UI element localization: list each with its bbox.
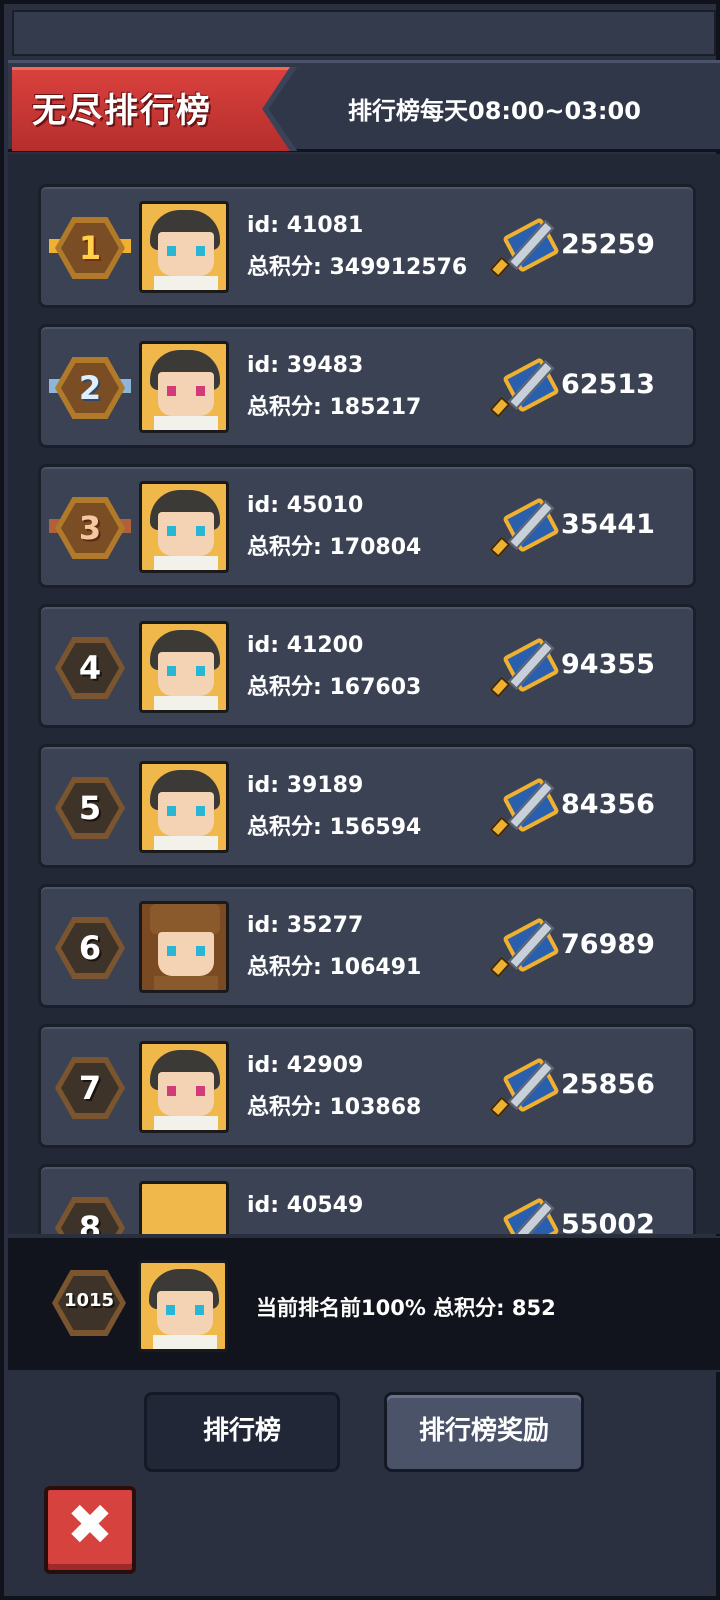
rank-medal-gold: 1 — [49, 217, 131, 279]
rank-number: 7 — [78, 1069, 102, 1107]
avatar-face — [158, 932, 214, 976]
avatar-body — [154, 696, 218, 710]
avatar-face — [158, 1072, 214, 1116]
avatar-body — [154, 556, 218, 570]
my-rank-badge: 1015 — [52, 1270, 126, 1336]
rank-badge: 7 — [55, 1057, 125, 1119]
top-strip — [12, 10, 716, 56]
player-id: id: 41081 — [247, 213, 364, 238]
rank-badge: 6 — [55, 917, 125, 979]
avatar-face — [158, 372, 214, 416]
leaderboard-header: 无尽排行榜 排行榜每天08:00~03:00 — [8, 60, 720, 152]
avatar-face — [158, 792, 214, 836]
tab-leaderboard-rewards[interactable]: 排行榜奖励 — [384, 1392, 584, 1472]
ranking-row-2[interactable]: 2 id: 39483 总积分: 185217 62513 — [38, 324, 696, 448]
avatar-face — [157, 1291, 213, 1335]
ranking-row-8[interactable]: 8 id: 40549 55002 — [38, 1164, 696, 1234]
player-id: id: 35277 — [247, 913, 364, 938]
combat-power: 25259 — [561, 229, 655, 260]
combat-power: 76989 — [561, 929, 655, 960]
avatar-face — [158, 652, 214, 696]
player-score: 总积分: 170804 — [247, 535, 422, 560]
my-ranking-bar: 1015 当前排名前100% 总积分: 852 — [8, 1236, 720, 1372]
player-id: id: 40549 — [247, 1193, 364, 1218]
player-id: id: 42909 — [247, 1053, 364, 1078]
sword-shield-icon — [487, 917, 560, 983]
player-score: 总积分: 103868 — [247, 1095, 422, 1120]
ranking-row-3[interactable]: 3 id: 45010 总积分: 170804 35441 — [38, 464, 696, 588]
ranking-row-4[interactable]: 4 id: 41200 总积分: 167603 94355 — [38, 604, 696, 728]
ranking-row-1[interactable]: 1 id: 41081 总积分: 349912576 25259 — [38, 184, 696, 308]
rank-number: 5 — [78, 789, 102, 827]
player-id: id: 39189 — [247, 773, 364, 798]
avatar-body — [154, 836, 218, 850]
leaderboard-panel: 无尽排行榜 排行榜每天08:00~03:00 1 id: 41081 总积分: … — [0, 0, 720, 1600]
tab-leaderboard[interactable]: 排行榜 — [144, 1392, 340, 1472]
avatar-body — [154, 416, 218, 430]
ranking-row-7[interactable]: 7 id: 42909 总积分: 103868 25856 — [38, 1024, 696, 1148]
avatar-face — [158, 512, 214, 556]
sword-shield-icon — [487, 1197, 560, 1234]
rank-number: 8 — [78, 1209, 102, 1234]
avatar-body — [153, 1335, 217, 1349]
rank-medal-silver: 2 — [49, 357, 131, 419]
ranking-list[interactable]: 1 id: 41081 总积分: 349912576 25259 2 id: 3… — [8, 154, 720, 1234]
avatar-face — [158, 232, 214, 276]
rank-medal-bronze: 3 — [49, 497, 131, 559]
rank-number: 4 — [78, 649, 102, 687]
sword-shield-icon — [487, 497, 560, 563]
player-score: 总积分: 185217 — [247, 395, 422, 420]
rank-badge: 5 — [55, 777, 125, 839]
rank-number: 2 — [78, 369, 102, 407]
player-id: id: 39483 — [247, 353, 364, 378]
avatar[interactable] — [139, 761, 229, 853]
sword-shield-icon — [487, 777, 560, 843]
my-rank-summary: 当前排名前100% 总积分: 852 — [256, 1296, 556, 1320]
ranking-row-6[interactable]: 6 id: 35277 总积分: 106491 76989 — [38, 884, 696, 1008]
avatar[interactable] — [139, 481, 229, 573]
player-id: id: 45010 — [247, 493, 364, 518]
avatar[interactable] — [139, 1181, 229, 1234]
player-score: 总积分: 106491 — [247, 955, 422, 980]
schedule-text: 排行榜每天08:00~03:00 — [348, 97, 641, 125]
avatar[interactable] — [139, 621, 229, 713]
avatar-body — [154, 1116, 218, 1130]
sword-shield-icon — [487, 217, 560, 283]
rank-badge: 4 — [55, 637, 125, 699]
close-icon: ✖ — [66, 1493, 114, 1558]
combat-power: 62513 — [561, 369, 655, 400]
page-title: 无尽排行榜 — [32, 91, 212, 131]
combat-power: 94355 — [561, 649, 655, 680]
avatar-body — [154, 976, 218, 990]
combat-power: 55002 — [561, 1209, 655, 1234]
combat-power: 25856 — [561, 1069, 655, 1100]
rank-number: 6 — [78, 929, 102, 967]
rank-badge: 8 — [55, 1197, 125, 1234]
sword-shield-icon — [487, 637, 560, 703]
avatar[interactable] — [139, 341, 229, 433]
combat-power: 84356 — [561, 789, 655, 820]
sword-shield-icon — [487, 1057, 560, 1123]
avatar[interactable] — [139, 901, 229, 993]
player-score: 总积分: 349912576 — [247, 255, 468, 280]
avatar-body — [154, 276, 218, 290]
player-id: id: 41200 — [247, 633, 364, 658]
combat-power: 35441 — [561, 509, 655, 540]
close-button[interactable]: ✖ — [44, 1486, 136, 1574]
my-rank-number: 1015 — [63, 1290, 115, 1311]
rank-number: 1 — [78, 229, 102, 267]
sword-shield-icon — [487, 357, 560, 423]
avatar[interactable] — [139, 201, 229, 293]
ranking-row-5[interactable]: 5 id: 39189 总积分: 156594 84356 — [38, 744, 696, 868]
my-avatar[interactable] — [138, 1260, 228, 1352]
avatar[interactable] — [139, 1041, 229, 1133]
player-score: 总积分: 156594 — [247, 815, 422, 840]
player-score: 总积分: 167603 — [247, 675, 422, 700]
rank-number: 3 — [78, 509, 102, 547]
avatar-helmet — [150, 904, 220, 934]
